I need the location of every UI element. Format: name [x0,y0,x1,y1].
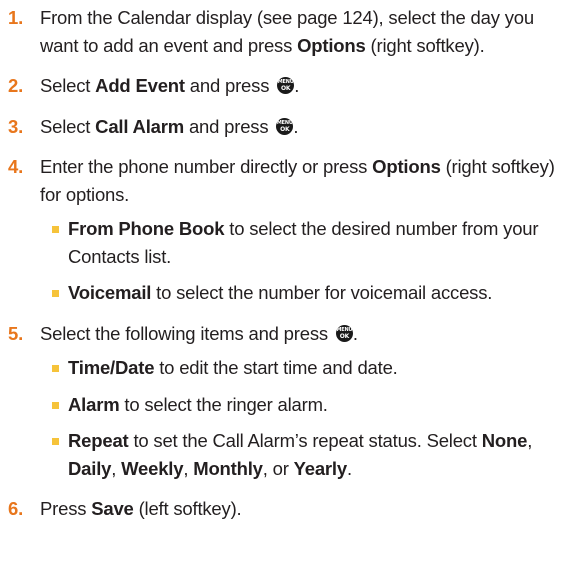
menu-ok-key-icon: MENU OK [276,117,294,135]
bullet-square-icon [52,438,59,445]
menu-ok-key-icon: MENU OK [277,77,295,94]
step-number: 5. [8,322,24,344]
menu-key-bottom-label: OK [339,332,350,340]
step-1: 1. From the Calendar display (see page 1… [8,4,562,59]
step-6: 6. Press Save (left softkey). [8,495,562,523]
bullet-square-icon [52,226,59,233]
step-text: Press Save (left softkey). [40,498,242,519]
step-number: 6. [8,498,24,519]
menu-key-bottom-label: OK [280,125,290,133]
step-text: Select Add Event and press MENU OK. [40,75,300,96]
step-text: From the Calendar display (see page 124)… [40,7,534,56]
step-number: 1. [8,7,24,28]
step-5: 5. Select the following items and press … [8,320,562,348]
step-5-items: Time/Date to edit the start time and dat… [52,354,562,482]
step-number: 4. [8,156,24,177]
bullet-square-icon [52,290,59,297]
step-text: Enter the phone number directly or press… [40,156,555,205]
step-2: 2. Select Add Event and press MENU OK. [8,72,562,100]
list-item: Alarm to select the ringer alarm. [52,391,562,419]
step-number: 3. [8,115,24,137]
step-text: Select the following items and press MEN… [40,322,358,344]
list-item-text: Alarm to select the ringer alarm. [68,393,328,415]
menu-key-bottom-label: OK [281,85,291,92]
list-item-text: Voicemail to select the number for voice… [68,282,493,303]
step-number: 2. [8,75,24,96]
list-item-text: Repeat to set the Call Alarm’s repeat st… [68,430,533,479]
list-item: Repeat to set the Call Alarm’s repeat st… [52,427,562,482]
step-text: Select Call Alarm and press MENU OK. [40,115,299,137]
bullet-square-icon [52,401,59,409]
instruction-page: 1. From the Calendar display (see page 1… [0,0,576,575]
step-4-options: From Phone Book to select the desired nu… [52,215,562,307]
list-item-text: From Phone Book to select the desired nu… [68,218,539,267]
list-item-text: Time/Date to edit the start time and dat… [68,357,398,378]
list-item: Voicemail to select the number for voice… [52,279,562,307]
list-item: From Phone Book to select the desired nu… [52,215,562,270]
menu-ok-key-icon: MENU OK [335,324,353,342]
step-3: 3. Select Call Alarm and press MENU OK. [8,113,562,141]
list-item: Time/Date to edit the start time and dat… [52,354,562,382]
step-4: 4. Enter the phone number directly or pr… [8,153,562,208]
bullet-square-icon [52,365,59,372]
